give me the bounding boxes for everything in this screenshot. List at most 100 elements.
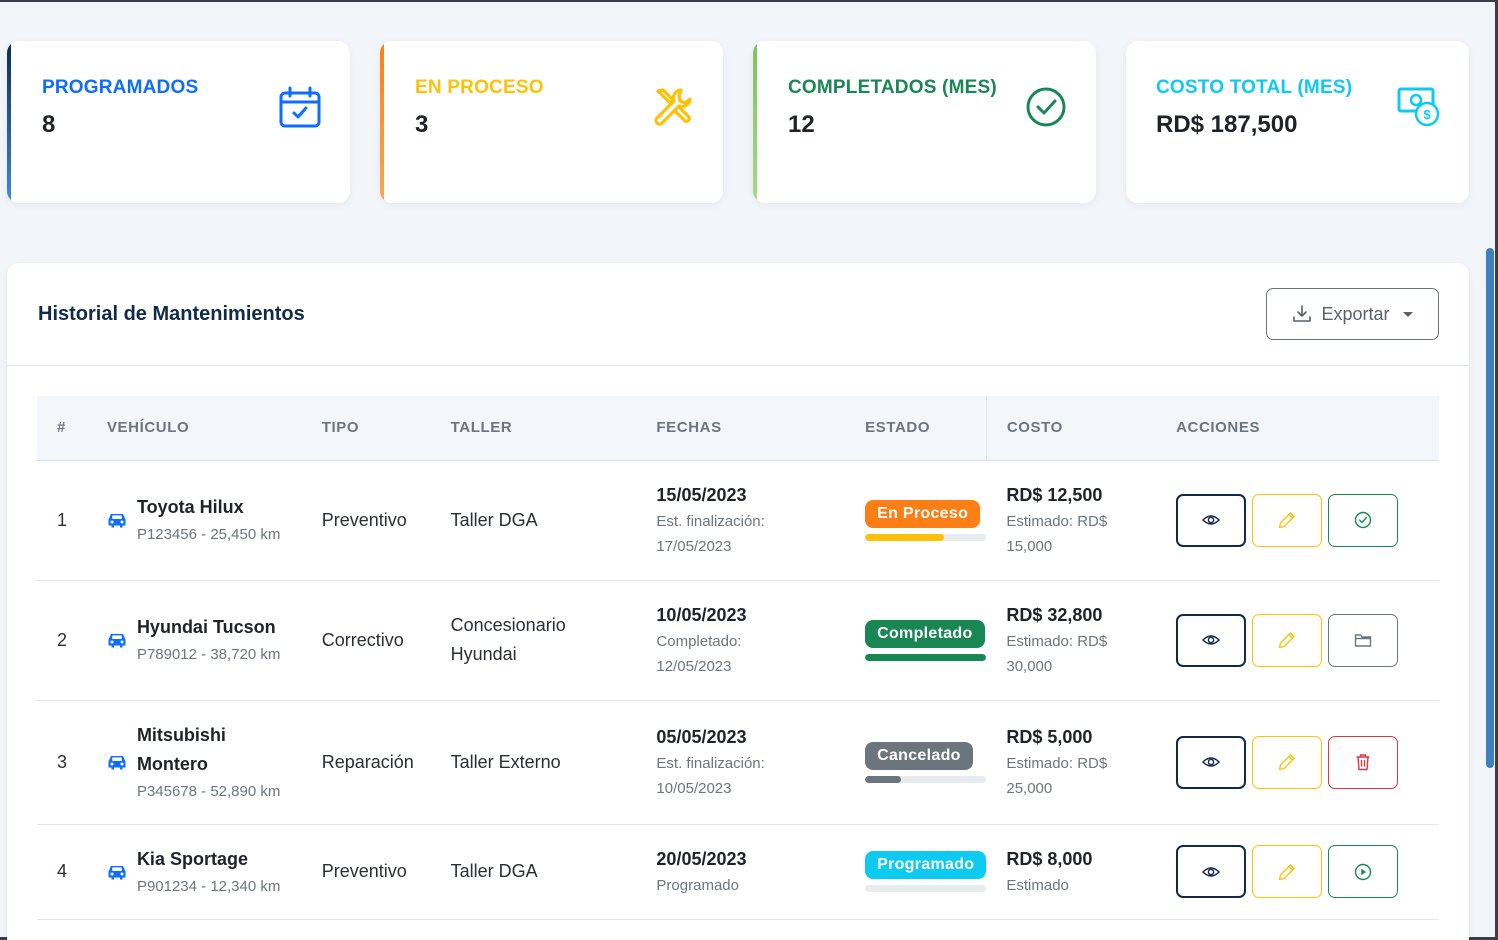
cost-main: RD$ 5,000 bbox=[1006, 727, 1093, 747]
complete-button[interactable] bbox=[1328, 493, 1399, 547]
edit-button[interactable] bbox=[1252, 493, 1323, 547]
date-main: 15/05/2023 bbox=[656, 485, 747, 505]
eye-icon bbox=[1202, 866, 1221, 877]
status-progress-bar bbox=[865, 885, 987, 892]
vehicle-cell: Mitsubishi Montero P345678 - 52,890 km bbox=[86, 700, 302, 825]
dates-cell: 05/05/2023 Est. finalización: 10/05/2023 bbox=[636, 700, 846, 825]
cost-cell: RD$ 12,500 Estimado: RD$ 15,000 bbox=[986, 460, 1157, 581]
window-frame-top bbox=[0, 0, 1498, 2]
stat-value: RD$ 187,500 bbox=[1156, 111, 1298, 138]
pencil-icon bbox=[1278, 632, 1295, 649]
view-button[interactable] bbox=[1176, 613, 1247, 667]
view-button[interactable] bbox=[1176, 493, 1247, 547]
cost-cell: RD$ 8,000 Estimado bbox=[986, 824, 1157, 920]
cost-sub: Estimado: RD$ 30,000 bbox=[1006, 633, 1108, 675]
status-progress-bar bbox=[865, 653, 987, 661]
column-header-costo: COSTO bbox=[985, 396, 1157, 461]
vehicle-cell: Toyota Hilux P123456 - 25,450 km bbox=[86, 460, 302, 581]
date-sub: Programado bbox=[656, 877, 739, 894]
edit-button[interactable] bbox=[1252, 845, 1323, 898]
row-number: 3 bbox=[37, 700, 87, 825]
start-button[interactable] bbox=[1328, 845, 1399, 898]
actions-cell bbox=[1156, 460, 1439, 581]
cost-main: RD$ 8,000 bbox=[1006, 849, 1093, 869]
column-header-estado: ESTADO bbox=[845, 396, 987, 461]
row-number: 2 bbox=[37, 580, 87, 701]
documents-button[interactable] bbox=[1328, 613, 1399, 667]
eye-icon bbox=[1202, 635, 1221, 645]
date-main: 05/05/2023 bbox=[656, 727, 747, 747]
stat-value: 12 bbox=[788, 111, 815, 138]
status-cell: Programado bbox=[845, 824, 987, 920]
table-row: 2 Hyundai Tucson P789012 - 38,720 km Cor… bbox=[37, 580, 1439, 701]
shop-cell: Taller Externo bbox=[430, 700, 637, 825]
edit-button[interactable] bbox=[1252, 735, 1323, 789]
cash-coin-icon: $ bbox=[1397, 87, 1440, 127]
cost-main: RD$ 32,800 bbox=[1006, 605, 1103, 625]
stat-accent-bar bbox=[380, 41, 384, 203]
table-row: 3 Mitsubishi Montero P345678 - 52,890 km … bbox=[37, 700, 1439, 825]
chevron-down-icon bbox=[1402, 311, 1413, 317]
date-sub: Est. finalización: 17/05/2023 bbox=[656, 513, 765, 555]
type-cell: Preventivo bbox=[301, 460, 431, 581]
status-badge: Programado bbox=[865, 851, 987, 879]
pencil-icon bbox=[1278, 863, 1295, 880]
vehicle-plate-km: P901234 - 12,340 km bbox=[136, 877, 281, 895]
delete-button[interactable] bbox=[1328, 735, 1399, 789]
car-icon bbox=[108, 634, 126, 648]
dates-cell: 10/05/2023 Completado: 12/05/2023 bbox=[636, 580, 846, 701]
scrollbar-thumb[interactable] bbox=[1486, 248, 1494, 768]
vehicle-cell: Kia Sportage P901234 - 12,340 km bbox=[86, 824, 302, 920]
edit-button[interactable] bbox=[1252, 613, 1323, 667]
stat-value: 3 bbox=[415, 111, 429, 138]
stat-label: PROGRAMADOS bbox=[42, 77, 199, 98]
date-sub: Est. finalización: 10/05/2023 bbox=[656, 755, 765, 797]
check-circle-icon bbox=[1026, 87, 1066, 127]
cost-sub: Estimado bbox=[1006, 877, 1069, 894]
cost-cell: RD$ 5,000 Estimado: RD$ 25,000 bbox=[986, 700, 1157, 825]
column-header-taller: TALLER bbox=[430, 396, 637, 461]
stat-card-en-proceso: EN PROCESO 3 bbox=[380, 41, 723, 203]
column-header-vehiculo: VEHÍCULO bbox=[86, 396, 302, 461]
stat-label: EN PROCESO bbox=[415, 77, 544, 98]
check-circle-icon bbox=[1354, 511, 1372, 529]
table-row: 1 Toyota Hilux P123456 - 25,450 km Preve… bbox=[37, 460, 1439, 581]
card-title: Historial de Mantenimientos bbox=[38, 303, 305, 325]
vehicle-plate-km: P789012 - 38,720 km bbox=[136, 646, 281, 663]
dates-cell: 15/05/2023 Est. finalización: 17/05/2023 bbox=[636, 460, 846, 581]
column-header-tipo: TIPO bbox=[301, 396, 431, 461]
play-circle-icon bbox=[1354, 863, 1372, 880]
column-header-acciones: ACCIONES bbox=[1156, 396, 1439, 461]
eye-icon bbox=[1202, 515, 1221, 525]
shop-cell: Taller DGA bbox=[430, 460, 637, 581]
car-icon bbox=[108, 865, 126, 879]
card-header-divider bbox=[7, 365, 1469, 366]
svg-text:$: $ bbox=[1423, 107, 1431, 122]
stat-accent-bar bbox=[753, 41, 757, 203]
vehicle-name: Mitsubishi Montero bbox=[136, 724, 226, 774]
row-number: 1 bbox=[37, 460, 87, 581]
status-badge: Completado bbox=[865, 619, 985, 648]
row-number: 4 bbox=[37, 824, 87, 920]
trash-icon bbox=[1356, 754, 1370, 771]
stat-card-completados: COMPLETADOS (MES) 12 bbox=[753, 41, 1096, 203]
table-header-row: # VEHÍCULO TIPO TALLER FECHAS ESTADO COS… bbox=[37, 396, 1439, 461]
car-icon bbox=[108, 756, 126, 770]
view-button[interactable] bbox=[1176, 735, 1247, 789]
status-progress-bar bbox=[865, 533, 987, 541]
cost-sub: Estimado: RD$ 15,000 bbox=[1006, 513, 1108, 555]
export-label: Exportar bbox=[1321, 303, 1390, 324]
export-dropdown-button[interactable]: Exportar bbox=[1266, 288, 1439, 340]
vehicle-name: Kia Sportage bbox=[136, 848, 248, 869]
actions-cell bbox=[1156, 824, 1439, 920]
view-button[interactable] bbox=[1176, 845, 1247, 898]
calendar-check-icon bbox=[279, 86, 321, 128]
shop-cell: Concesionario Hyundai bbox=[430, 580, 637, 701]
status-badge: En Proceso bbox=[865, 499, 981, 528]
shop-cell: Taller DGA bbox=[430, 824, 637, 920]
vehicle-plate-km: P345678 - 52,890 km bbox=[136, 782, 281, 800]
column-header-fechas: FECHAS bbox=[636, 396, 846, 461]
eye-icon bbox=[1202, 757, 1221, 767]
status-cell: Completado bbox=[845, 580, 987, 701]
date-main: 10/05/2023 bbox=[656, 605, 747, 625]
